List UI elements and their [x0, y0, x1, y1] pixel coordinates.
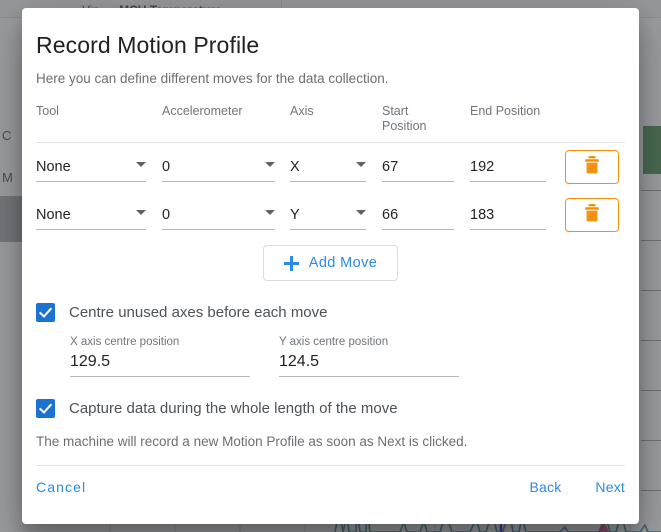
- centre-position-fields: X axis centre position 129.5 Y axis cent…: [36, 336, 625, 377]
- accelerometer-select-row-1[interactable]: 0: [162, 152, 275, 182]
- chevron-down-icon: [265, 162, 275, 167]
- start-position-input-row-1[interactable]: 67: [382, 152, 454, 182]
- end-position-value-row-1: 192: [470, 158, 495, 175]
- add-move-label: Add Move: [308, 255, 378, 271]
- end-position-value-row-2: 183: [470, 206, 495, 223]
- column-header-axis: Axis: [290, 104, 314, 118]
- centre-axes-label: Centre unused axes before each move: [69, 304, 328, 321]
- dialog-hint: The machine will record a new Motion Pro…: [36, 434, 468, 449]
- centre-axes-checkbox-row[interactable]: Centre unused axes before each move: [36, 303, 625, 322]
- dialog-subtitle: Here you can define different moves for …: [36, 71, 389, 86]
- record-motion-profile-dialog: Record Motion Profile Here you can defin…: [22, 8, 639, 524]
- chevron-down-icon: [356, 162, 366, 167]
- centre-axes-checkbox[interactable]: [36, 303, 55, 322]
- accelerometer-select-row-2[interactable]: 0: [162, 200, 275, 230]
- column-header-start-position-text: Start Position: [382, 104, 427, 133]
- cancel-button[interactable]: Cancel: [36, 479, 86, 495]
- y-axis-centre-label: Y axis centre position: [279, 336, 389, 348]
- add-move-row: Add Move: [36, 245, 625, 281]
- axis-select-row-2[interactable]: Y: [290, 200, 366, 230]
- start-position-value-row-1: 67: [382, 158, 399, 175]
- y-axis-centre-field: Y axis centre position 124.5: [279, 336, 459, 377]
- delete-move-button-row-1[interactable]: [565, 150, 619, 184]
- chevron-down-icon: [136, 210, 146, 215]
- moves-table: Tool Accelerometer Axis Start Position E…: [36, 104, 625, 239]
- axis-select-value-row-2: Y: [290, 206, 300, 223]
- x-axis-centre-field: X axis centre position 129.5: [70, 336, 250, 377]
- end-position-input-row-2[interactable]: 183: [470, 200, 546, 230]
- tool-select-row-2[interactable]: None: [36, 200, 146, 230]
- trash-icon: [583, 155, 601, 180]
- column-header-tool: Tool: [36, 104, 59, 118]
- axis-select-value-row-1: X: [290, 158, 300, 175]
- accelerometer-select-value-row-1: 0: [162, 158, 171, 175]
- tool-select-row-1[interactable]: None: [36, 152, 146, 182]
- delete-move-button-row-2[interactable]: [565, 198, 619, 232]
- plus-icon: [283, 255, 299, 271]
- x-axis-centre-input[interactable]: 129.5: [70, 353, 250, 377]
- tool-select-value-row-2: None: [36, 206, 71, 223]
- add-move-button[interactable]: Add Move: [262, 245, 399, 281]
- start-position-input-row-2[interactable]: 66: [382, 200, 454, 230]
- dialog-divider: [36, 465, 625, 466]
- chevron-down-icon: [356, 210, 366, 215]
- trash-icon: [583, 203, 601, 228]
- capture-data-label: Capture data during the whole length of …: [69, 400, 398, 417]
- moves-table-header: Tool Accelerometer Axis Start Position E…: [36, 104, 625, 143]
- back-button[interactable]: Back: [529, 479, 561, 495]
- capture-data-checkbox-row[interactable]: Capture data during the whole length of …: [36, 399, 625, 418]
- table-row: None 0 Y 66 183: [36, 191, 625, 239]
- dialog-actions: Cancel Back Next: [36, 479, 625, 495]
- app-root: Vin MCU Temperature C M: [0, 0, 661, 532]
- column-header-end-position: End Position: [470, 104, 541, 118]
- x-axis-centre-label: X axis centre position: [70, 336, 180, 348]
- axis-select-row-1[interactable]: X: [290, 152, 366, 182]
- column-header-accelerometer: Accelerometer: [162, 104, 243, 118]
- column-header-start-position: Start Position: [382, 104, 470, 134]
- capture-data-checkbox[interactable]: [36, 399, 55, 418]
- table-row: None 0 X 67 192: [36, 143, 625, 191]
- dialog-title: Record Motion Profile: [36, 32, 260, 58]
- chevron-down-icon: [265, 210, 275, 215]
- accelerometer-select-value-row-2: 0: [162, 206, 171, 223]
- tool-select-value-row-1: None: [36, 158, 71, 175]
- y-axis-centre-input[interactable]: 124.5: [279, 353, 459, 377]
- next-button[interactable]: Next: [595, 479, 625, 495]
- end-position-input-row-1[interactable]: 192: [470, 152, 546, 182]
- start-position-value-row-2: 66: [382, 206, 399, 223]
- chevron-down-icon: [136, 162, 146, 167]
